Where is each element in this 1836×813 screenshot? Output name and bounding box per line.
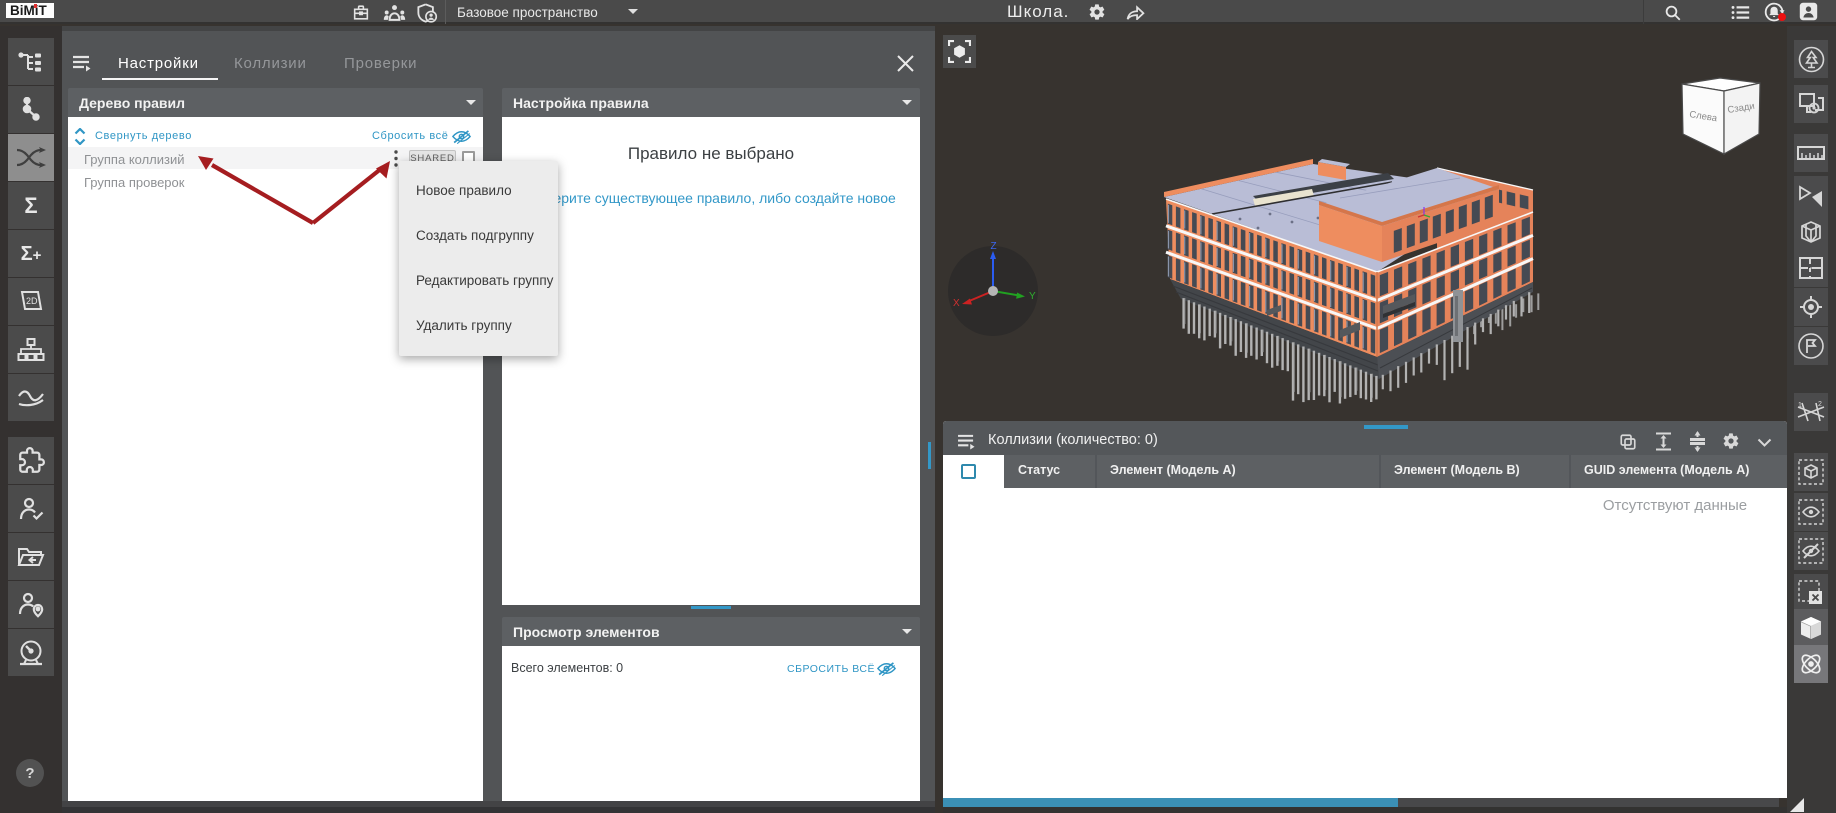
svg-text:2D: 2D xyxy=(26,296,38,306)
svg-text:Z: Z xyxy=(991,241,997,252)
svg-text:X: X xyxy=(953,298,960,309)
svg-text:2: 2 xyxy=(1818,401,1822,408)
svg-text:Y: Y xyxy=(1029,291,1036,302)
svg-text:1: 1 xyxy=(1798,402,1802,409)
